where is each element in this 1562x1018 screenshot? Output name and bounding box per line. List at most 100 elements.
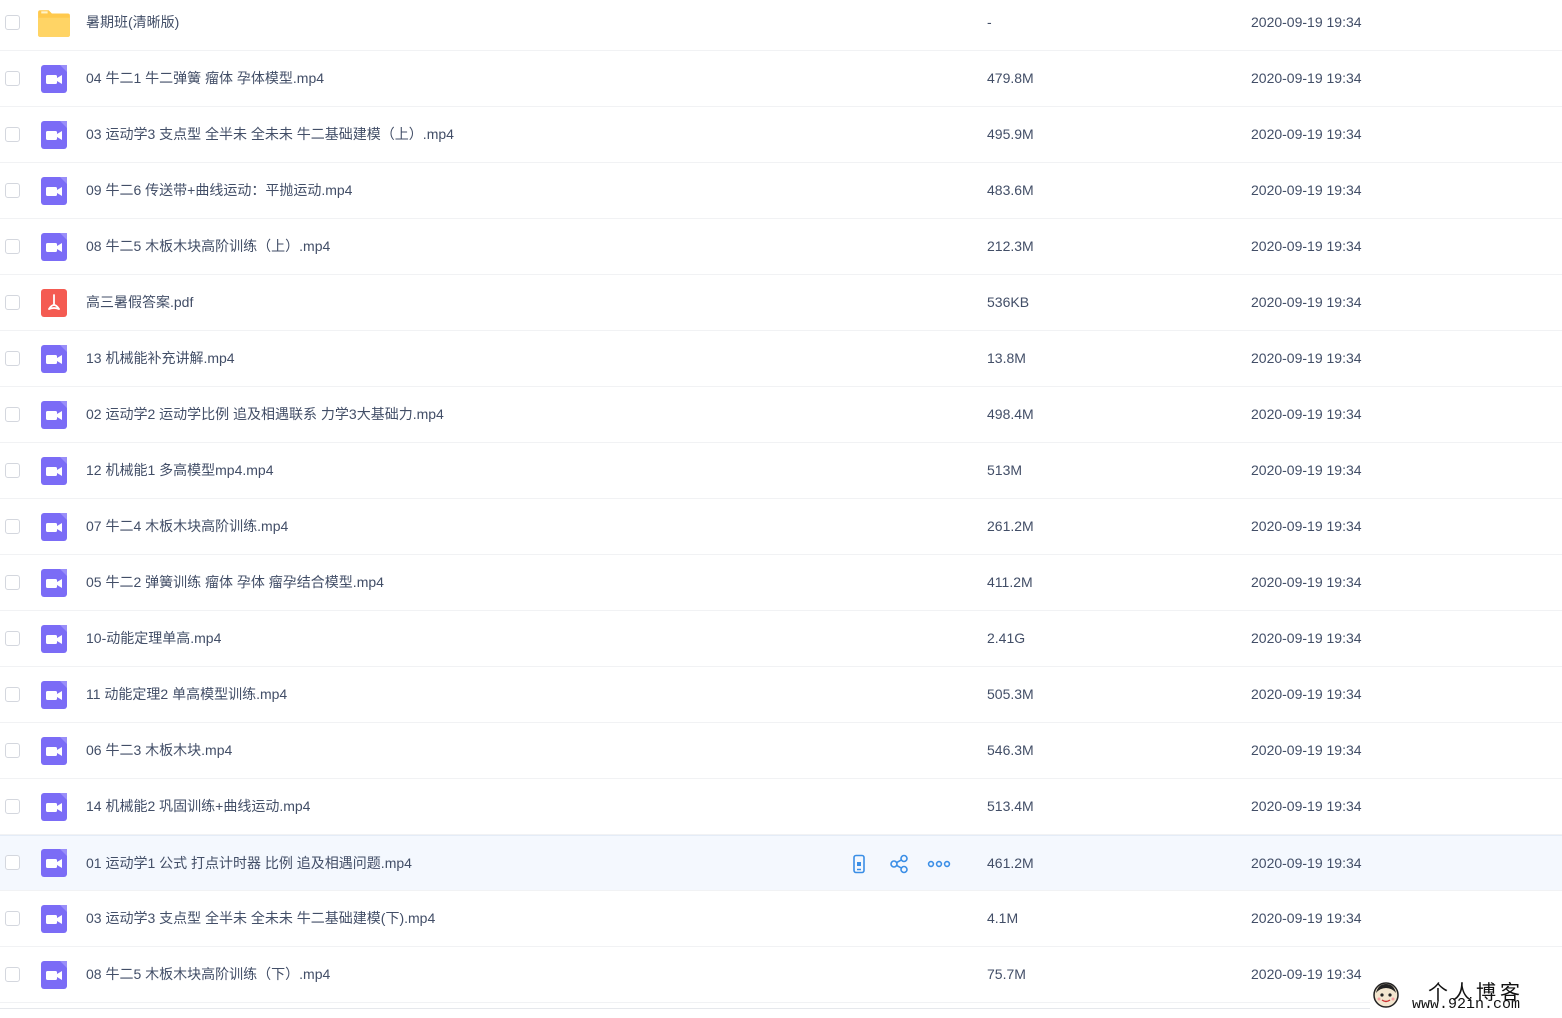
file-size: 4.1M — [987, 910, 1019, 926]
file-row[interactable]: 07 牛二4 木板木块高阶训练.mp4 261.2M 2020-09-19 19:3… — [0, 499, 1562, 555]
share-icon[interactable] — [886, 851, 912, 877]
file-size: 13.8M — [987, 350, 1026, 366]
row-checkbox[interactable] — [5, 742, 20, 758]
video-file-icon — [40, 456, 68, 485]
video-file-icon — [40, 400, 68, 429]
file-row[interactable]: 03 运动学3 支点型 全半未 全未未 牛二基础建模(下).mp4 4.1M 202… — [0, 891, 1562, 947]
file-row[interactable]: 04 牛二1 牛二弹簧 瘤体 孕体模型.mp4 479.8M 2020-09-19 … — [0, 51, 1562, 107]
video-file-icon — [40, 680, 68, 709]
file-list: 暑期班(清晰版) -2020-09-19 19:34 04 牛二1 牛二弹簧 瘤体 … — [0, 0, 1562, 1010]
file-size: 461.2M — [987, 855, 1034, 871]
video-file-icon — [40, 624, 68, 653]
row-checkbox[interactable] — [5, 70, 20, 86]
file-size: 75.7M — [987, 966, 1026, 982]
row-checkbox[interactable] — [5, 14, 20, 30]
file-name[interactable]: 07 牛二4 木板木块高阶训练.mp4 — [86, 499, 288, 554]
file-name[interactable]: 04 牛二1 牛二弹簧 瘤体 孕体模型.mp4 — [86, 51, 324, 106]
file-modified-date: 2020-09-19 19:34 — [1251, 910, 1362, 926]
file-name[interactable]: 高三暑假答案.pdf — [86, 275, 193, 330]
file-name[interactable]: 14 机械能2 巩固训练+曲线运动.mp4 — [86, 779, 310, 834]
row-checkbox[interactable] — [5, 630, 20, 646]
file-row[interactable]: 11 动能定理2 单高模型训练.mp4 505.3M 2020-09-19 19:3… — [0, 667, 1562, 723]
video-file-icon — [40, 512, 68, 541]
video-file-icon — [40, 344, 68, 373]
file-size: 212.3M — [987, 238, 1034, 254]
row-checkbox[interactable] — [5, 910, 20, 926]
file-size: 483.6M — [987, 182, 1034, 198]
file-size: 546.3M — [987, 742, 1034, 758]
video-file-icon — [40, 904, 68, 933]
row-checkbox[interactable] — [5, 855, 20, 870]
row-checkbox[interactable] — [5, 406, 20, 422]
file-row[interactable]: 08 牛二5 木板木块高阶训练（上）.mp4 212.3M 2020-09-19 1… — [0, 219, 1562, 275]
file-modified-date: 2020-09-19 19:34 — [1251, 14, 1362, 30]
watermark: 个人博客 www.92in.com — [1370, 976, 1562, 1016]
file-name[interactable]: 03 运动学3 支点型 全半未 全未未 牛二基础建模(下).mp4 — [86, 891, 435, 946]
video-file-icon — [40, 849, 68, 877]
file-size: 495.9M — [987, 126, 1034, 142]
file-size: 513M — [987, 462, 1023, 478]
file-modified-date: 2020-09-19 19:34 — [1251, 855, 1362, 871]
file-row[interactable]: 09 牛二6 传送带+曲线运动：平抛运动.mp4 483.6M 2020-09-19… — [0, 163, 1562, 219]
video-file-icon — [40, 120, 68, 149]
file-name[interactable]: 10-动能定理单高.mp4 — [86, 611, 221, 666]
row-checkbox[interactable] — [5, 350, 20, 366]
file-size: 411.2M — [987, 574, 1033, 590]
file-name[interactable]: 08 牛二5 木板木块高阶训练（下）.mp4 — [86, 947, 330, 1002]
file-size: 479.8M — [987, 70, 1034, 86]
file-modified-date: 2020-09-19 19:34 — [1251, 182, 1362, 198]
file-row[interactable]: 10-动能定理单高.mp4 2.41G 2020-09-19 19:34 — [0, 611, 1562, 667]
file-row[interactable]: 02 运动学2 运动学比例 追及相遇联系 力学3大基础力.mp4 498.4M 20… — [0, 387, 1562, 443]
file-name[interactable]: 11 动能定理2 单高模型训练.mp4 — [86, 667, 287, 722]
video-file-icon — [40, 960, 68, 989]
file-row[interactable]: 08 牛二5 木板木块高阶训练（下）.mp4 75.7M 2020-09-19 19… — [0, 947, 1562, 1003]
row-checkbox[interactable] — [5, 518, 20, 534]
video-file-icon — [40, 64, 68, 93]
file-size: 505.3M — [987, 686, 1034, 702]
file-row[interactable]: 05 牛二2 弹簧训练 瘤体 孕体 瘤孕结合模型.mp4 411.2M 2020-0… — [0, 555, 1562, 611]
file-name[interactable]: 06 牛二3 木板木块.mp4 — [86, 723, 232, 778]
file-row[interactable]: 03 运动学3 支点型 全半未 全未未 牛二基础建模（上）.mp4 495.9M 2… — [0, 107, 1562, 163]
file-row[interactable]: 13 机械能补充讲解.mp4 13.8M 2020-09-19 19:34 — [0, 331, 1562, 387]
file-modified-date: 2020-09-19 19:34 — [1251, 518, 1362, 534]
file-modified-date: 2020-09-19 19:34 — [1251, 70, 1362, 86]
row-checkbox[interactable] — [5, 574, 20, 590]
file-name[interactable]: 12 机械能1 多高模型mp4.mp4 — [86, 443, 274, 498]
file-size: 498.4M — [987, 406, 1034, 422]
file-modified-date: 2020-09-19 19:34 — [1251, 966, 1362, 982]
row-checkbox[interactable] — [5, 798, 20, 814]
file-name[interactable]: 01 运动学1 公式 打点计时器 比例 追及相遇问题.mp4 — [86, 836, 412, 891]
file-modified-date: 2020-09-19 19:34 — [1251, 126, 1362, 142]
phone-icon[interactable] — [846, 851, 872, 877]
file-row[interactable]: 高三暑假答案.pdf 536KB 2020-09-19 19:34 — [0, 275, 1562, 331]
file-name[interactable]: 02 运动学2 运动学比例 追及相遇联系 力学3大基础力.mp4 — [86, 387, 444, 442]
row-checkbox[interactable] — [5, 126, 20, 142]
row-checkbox[interactable] — [5, 294, 20, 310]
file-row[interactable]: 01 运动学1 公式 打点计时器 比例 追及相遇问题.mp4 461.2M 2020… — [0, 835, 1562, 891]
pdf-file-icon — [40, 288, 68, 317]
folder-row[interactable]: 暑期班(清晰版) - 2020-09-19 19:34 — [0, 0, 1562, 51]
file-name[interactable]: 03 运动学3 支点型 全半未 全未未 牛二基础建模（上）.mp4 — [86, 107, 454, 162]
file-name[interactable]: 09 牛二6 传送带+曲线运动：平抛运动.mp4 — [86, 163, 352, 218]
file-modified-date: 2020-09-19 19:34 — [1251, 462, 1362, 478]
file-row[interactable]: 12 机械能1 多高模型mp4.mp4 513M 2020-09-19 19:34 — [0, 443, 1562, 499]
file-size: 261.2M — [987, 518, 1034, 534]
row-checkbox[interactable] — [5, 966, 20, 982]
row-checkbox[interactable] — [5, 238, 20, 254]
file-modified-date: 2020-09-19 19:34 — [1251, 630, 1362, 646]
file-size: 536KB — [987, 294, 1030, 310]
file-row[interactable]: 06 牛二3 木板木块.mp4 546.3M 2020-09-19 19:34 — [0, 723, 1562, 779]
row-checkbox[interactable] — [5, 182, 20, 198]
file-size: - — [987, 14, 992, 30]
video-file-icon — [40, 176, 68, 205]
file-name[interactable]: 05 牛二2 弹簧训练 瘤体 孕体 瘤孕结合模型.mp4 — [86, 555, 384, 610]
file-modified-date: 2020-09-19 19:34 — [1251, 350, 1362, 366]
more-icon[interactable] — [926, 851, 952, 877]
row-checkbox[interactable] — [5, 462, 20, 478]
video-file-icon — [40, 736, 68, 765]
row-checkbox[interactable] — [5, 686, 20, 702]
file-name[interactable]: 08 牛二5 木板木块高阶训练（上）.mp4 — [86, 219, 330, 274]
file-name[interactable]: 暑期班(清晰版) — [86, 0, 179, 50]
file-row[interactable]: 14 机械能2 巩固训练+曲线运动.mp4 513.4M 2020-09-19 19… — [0, 779, 1562, 835]
file-name[interactable]: 13 机械能补充讲解.mp4 — [86, 331, 235, 386]
